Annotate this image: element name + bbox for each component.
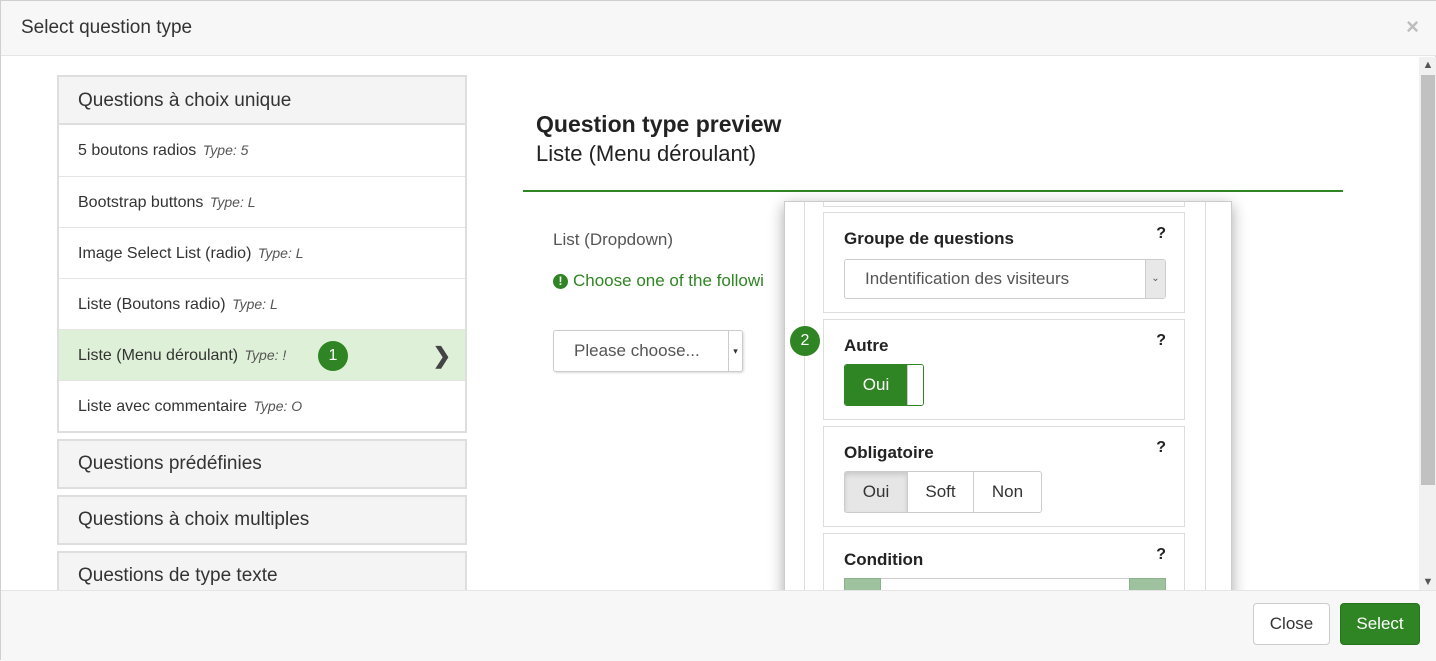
- popover-top-panel: [823, 202, 1185, 207]
- question-label: List (Dropdown): [553, 230, 673, 249]
- item-type: Type: L: [232, 296, 278, 312]
- list-item[interactable]: Liste avec commentaire Type: O: [59, 380, 465, 431]
- item-label: 5 boutons radios: [78, 142, 197, 159]
- item-label: Liste (Menu déroulant): [78, 347, 239, 364]
- obligatoire-button-group: Oui Soft Non: [844, 471, 1042, 513]
- select-question-type-modal: Select question type × Questions à choix…: [0, 0, 1436, 661]
- item-type: Type: L: [257, 245, 304, 261]
- dropdown-placeholder: Please choose...: [574, 341, 700, 360]
- list-item[interactable]: Image Select List (radio) Type: L: [59, 227, 465, 278]
- step-marker-1: 1: [318, 341, 348, 371]
- list-item[interactable]: 5 boutons radios Type: 5: [59, 125, 465, 176]
- modal-scrollbar[interactable]: ▲ ▼: [1419, 57, 1436, 590]
- group-choix-unique-list: 5 boutons radios Type: 5 Bootstrap butto…: [57, 125, 467, 433]
- close-icon[interactable]: ×: [1406, 16, 1419, 38]
- item-label: Liste (Boutons radio): [78, 296, 226, 313]
- popover-rail: [1205, 202, 1206, 610]
- close-button[interactable]: Close: [1253, 603, 1330, 645]
- list-item[interactable]: Liste (Boutons radio) Type: L: [59, 278, 465, 329]
- item-label: Image Select List (radio): [78, 245, 252, 262]
- panel-autre: Autre ? Oui: [823, 319, 1185, 420]
- scroll-down-icon[interactable]: ▼: [1419, 574, 1436, 590]
- preview-dropdown[interactable]: Please choose... ▾: [553, 330, 743, 372]
- modal-header: Select question type ×: [1, 1, 1436, 56]
- group-predefinies[interactable]: Questions prédéfinies: [57, 439, 467, 489]
- caret-down-icon: ▾: [728, 331, 742, 371]
- step-marker-2: 2: [790, 326, 820, 356]
- obligatoire-label: Obligatoire: [844, 443, 934, 462]
- preview-heading: Question type preview: [536, 111, 782, 137]
- modal-title: Select question type: [21, 17, 193, 38]
- help-icon[interactable]: ?: [1156, 225, 1166, 243]
- preview-divider: [523, 190, 1343, 192]
- groupe-select[interactable]: Indentification des visiteurs ⌄: [844, 259, 1166, 299]
- help-icon[interactable]: ?: [1156, 546, 1166, 564]
- item-label: Bootstrap buttons: [78, 194, 204, 211]
- item-type: Type: O: [253, 398, 303, 414]
- list-item-selected[interactable]: Liste (Menu déroulant) Type: ! 1 ❯: [59, 329, 465, 380]
- item-type: Type: !: [244, 347, 287, 363]
- group-choix-unique[interactable]: Questions à choix unique: [57, 75, 467, 125]
- list-item[interactable]: Bootstrap buttons Type: L: [59, 176, 465, 227]
- help-icon[interactable]: ?: [1156, 439, 1166, 457]
- select-button[interactable]: Select: [1340, 603, 1420, 645]
- obligatoire-soft-button[interactable]: Soft: [907, 471, 974, 513]
- toggle-knob: [907, 365, 923, 405]
- group-choix-multiples[interactable]: Questions à choix multiples: [57, 495, 467, 545]
- toggle-on-label: Oui: [845, 365, 907, 405]
- popover-rail: [804, 202, 805, 610]
- chevron-down-icon: ⌄: [1145, 260, 1165, 298]
- autre-toggle[interactable]: Oui: [844, 364, 924, 406]
- item-type: Type: L: [209, 194, 256, 210]
- item-type: Type: 5: [202, 142, 249, 158]
- condition-label: Condition: [844, 550, 924, 569]
- question-help: ! Choose one of the followi: [553, 271, 764, 291]
- preview-subheading: Liste (Menu déroulant): [536, 141, 757, 166]
- panel-groupe: Groupe de questions ? Indentification de…: [823, 212, 1185, 313]
- item-label: Liste avec commentaire: [78, 398, 247, 415]
- help-text: Choose one of the followi: [573, 271, 764, 290]
- question-type-accordion: Questions à choix unique 5 boutons radio…: [57, 75, 467, 590]
- groupe-label: Groupe de questions: [844, 229, 1015, 248]
- groupe-value: Indentification des visiteurs: [865, 269, 1070, 288]
- obligatoire-non-button[interactable]: Non: [973, 471, 1042, 513]
- panel-obligatoire: Obligatoire ? Oui Soft Non: [823, 426, 1185, 527]
- modal-footer: Close Select: [1, 590, 1436, 661]
- chevron-right-icon: ❯: [432, 343, 451, 368]
- group-type-texte[interactable]: Questions de type texte: [57, 551, 467, 590]
- question-settings-popover: Groupe de questions ? Indentification de…: [784, 201, 1232, 611]
- scroll-thumb[interactable]: [1421, 75, 1435, 485]
- help-icon[interactable]: ?: [1156, 332, 1166, 350]
- exclamation-circle-icon: !: [553, 274, 568, 289]
- scroll-up-icon[interactable]: ▲: [1419, 57, 1436, 73]
- autre-label: Autre: [844, 336, 889, 355]
- obligatoire-oui-button[interactable]: Oui: [844, 471, 908, 513]
